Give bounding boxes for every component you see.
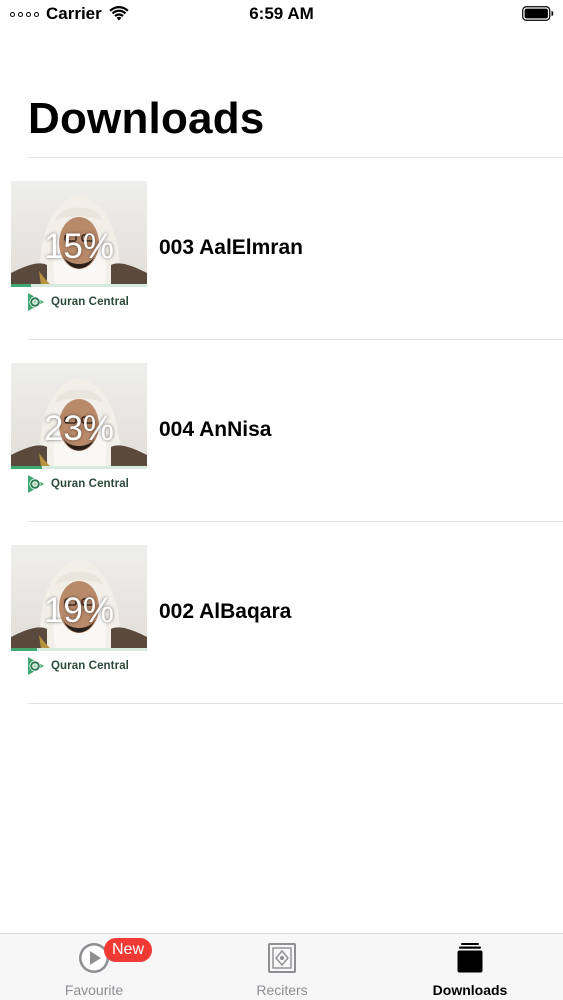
brand-name: Quran Central — [51, 660, 129, 672]
download-title: 004 AnNisa — [159, 418, 272, 441]
reciters-icon — [268, 943, 296, 973]
tab-label-reciters: Reciters — [256, 982, 308, 998]
battery-icon — [522, 6, 554, 21]
download-progress-bar — [11, 284, 147, 287]
download-progress-bar — [11, 648, 147, 651]
tab-reciters[interactable]: Reciters — [188, 934, 376, 1000]
tab-bar: New Favourite Reciters Downloads — [0, 933, 563, 1000]
download-percent: 19% — [43, 591, 115, 630]
download-progress-bar — [11, 466, 147, 469]
download-percent: 15% — [43, 227, 115, 266]
quran-central-branding: Quran Central — [25, 655, 129, 677]
brand-name: Quran Central — [51, 296, 129, 308]
quran-central-logo-icon — [28, 475, 44, 493]
downloads-list: 15% Quran Central 003 AalElmran 23% Qura… — [0, 158, 563, 704]
tab-label-downloads: Downloads — [432, 982, 508, 998]
tab-label-favourite: Favourite — [64, 982, 124, 998]
reciter-thumbnail: 15% Quran Central — [11, 181, 147, 318]
download-row[interactable]: 19% Quran Central 002 AlBaqara — [0, 522, 563, 704]
download-title: 003 AalElmran — [159, 236, 303, 259]
status-time: 6:59 AM — [249, 4, 314, 23]
downloads-stack-icon — [457, 943, 483, 973]
download-percent: 23% — [43, 409, 115, 448]
quran-central-branding: Quran Central — [25, 473, 129, 495]
download-progress-fill — [11, 466, 43, 469]
page-title: Downloads — [28, 94, 265, 143]
download-progress-fill — [11, 648, 37, 651]
new-badge: New — [104, 938, 153, 962]
tab-downloads[interactable]: Downloads — [376, 934, 563, 1000]
quran-central-logo-icon — [28, 657, 44, 675]
brand-name: Quran Central — [51, 478, 129, 490]
tab-favourite[interactable]: New Favourite — [0, 934, 188, 1000]
download-title: 002 AlBaqara — [159, 600, 292, 623]
quran-central-logo-icon — [28, 293, 44, 311]
download-progress-fill — [11, 284, 32, 287]
reciter-thumbnail: 19% Quran Central — [11, 545, 147, 682]
status-bar: Carrier 6:59 AM — [0, 0, 563, 28]
download-row[interactable]: 23% Quran Central 004 AnNisa — [0, 340, 563, 522]
row-divider — [28, 703, 563, 704]
download-row[interactable]: 15% Quran Central 003 AalElmran — [0, 158, 563, 340]
quran-central-branding: Quran Central — [25, 291, 129, 313]
reciter-thumbnail: 23% Quran Central — [11, 363, 147, 500]
